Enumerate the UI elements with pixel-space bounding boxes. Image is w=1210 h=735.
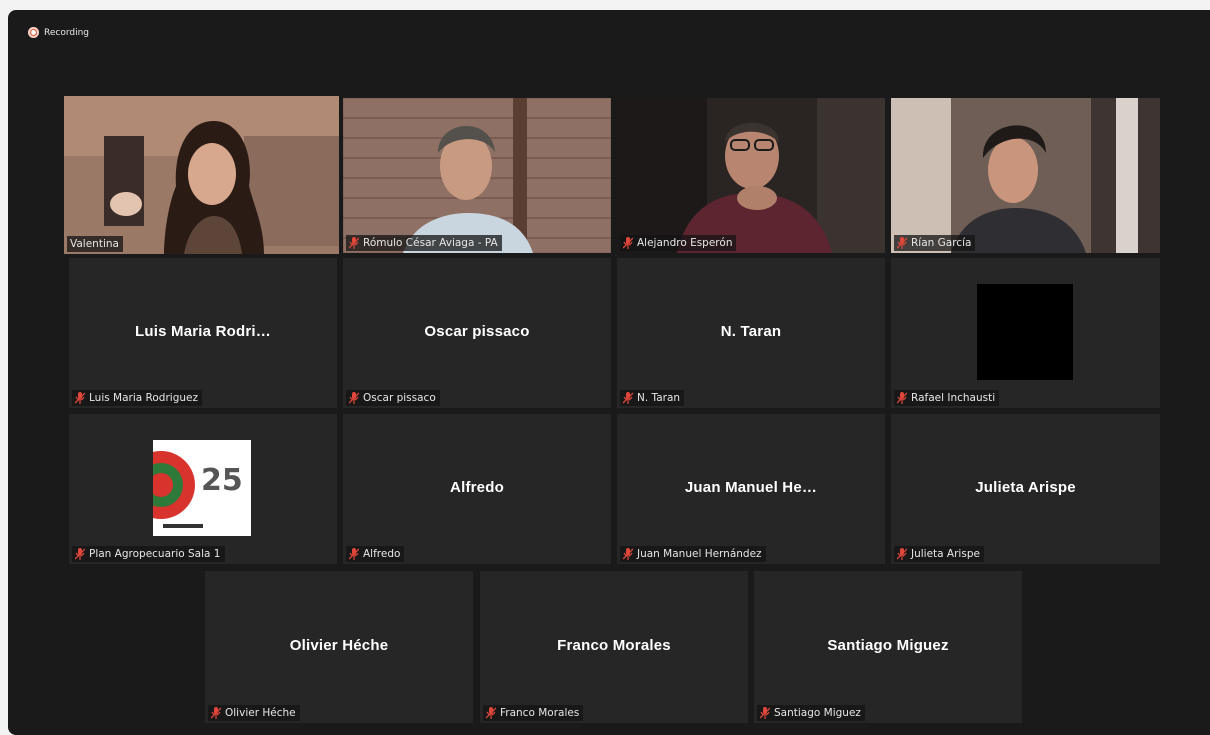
record-icon (28, 27, 39, 38)
participant-name-label: N. Taran (620, 390, 685, 406)
participant-tile-alfredo[interactable]: Alfredo Alfredo (343, 414, 611, 564)
participant-tile-valentina[interactable]: Valentina (64, 96, 339, 254)
muted-mic-icon (486, 707, 496, 719)
participant-display-name: Oscar pissaco (424, 322, 530, 340)
participant-name-label: Juan Manuel Hernández (620, 546, 766, 562)
participant-display-name: Juan Manuel He… (684, 478, 818, 496)
muted-mic-icon (75, 392, 85, 404)
muted-mic-icon (897, 548, 907, 560)
participant-tile-ntaran[interactable]: N. Taran N. Taran (617, 258, 885, 408)
participant-tile-franco[interactable]: Franco Morales Franco Morales (480, 571, 748, 723)
muted-mic-icon (349, 392, 359, 404)
participant-tile-olivier[interactable]: Olivier Héche Olivier Héche (205, 571, 473, 723)
muted-mic-icon (760, 707, 770, 719)
participant-tile-oscar[interactable]: Oscar pissaco Oscar pissaco (343, 258, 611, 408)
muted-mic-icon (75, 548, 85, 560)
video-feed-valentina (64, 96, 339, 254)
video-feed-rian (891, 98, 1160, 253)
participant-name-label: Plan Agropecuario Sala 1 (72, 546, 225, 562)
participant-name-label: Rían García (894, 235, 976, 251)
participant-display-name: Luis Maria Rodri… (135, 322, 271, 340)
recording-label: Recording (44, 27, 90, 38)
participant-display-name: Santiago Miguez (827, 636, 949, 654)
participant-display-name: Alfredo (450, 478, 504, 496)
muted-mic-icon (897, 392, 907, 404)
participant-display-name: Julieta Arispe (975, 478, 1076, 496)
participant-name-label: Alfredo (346, 546, 405, 562)
participant-display-name: Olivier Héche (289, 636, 389, 654)
svg-text:25: 25 (201, 463, 243, 498)
participant-tile-alejandro[interactable]: Alejandro Esperón (617, 98, 885, 253)
muted-mic-icon (623, 237, 633, 249)
participant-name-label: Rómulo César Aviaga - PA (346, 235, 502, 251)
participant-display-name: Franco Morales (557, 636, 671, 654)
participant-name-label: Luis Maria Rodriguez (72, 390, 202, 406)
muted-mic-icon (623, 548, 633, 560)
participant-tile-rafael[interactable]: Rafael Inchausti (891, 258, 1160, 408)
participant-display-name: N. Taran (720, 322, 782, 340)
meeting-window: Recording Valentina Rómulo César Aviaga … (8, 10, 1210, 735)
participant-tile-rian[interactable]: Rían García (891, 98, 1160, 253)
video-feed-romulo (343, 98, 611, 253)
participant-name-label: Julieta Arispe (894, 546, 984, 562)
participant-tile-plan-agropecuario[interactable]: 25 Plan Agropecuario Sala 1 (69, 414, 337, 564)
participant-name-label: Alejandro Esperón (620, 235, 737, 251)
muted-mic-icon (349, 237, 359, 249)
participant-name-label: Oscar pissaco (346, 390, 440, 406)
participant-tile-juan-manuel[interactable]: Juan Manuel He… Juan Manuel Hernández (617, 414, 885, 564)
video-feed-alejandro (617, 98, 885, 253)
participant-tile-luis[interactable]: Luis Maria Rodri… Luis Maria Rodriguez (69, 258, 337, 408)
participant-name-label: Valentina (67, 236, 123, 252)
plan-agropecuario-logo-icon: 25 (153, 451, 243, 528)
participant-avatar (977, 284, 1073, 380)
participant-tile-julieta[interactable]: Julieta Arispe Julieta Arispe (891, 414, 1160, 564)
muted-mic-icon (623, 392, 633, 404)
muted-mic-icon (897, 237, 907, 249)
participant-name-label: Franco Morales (483, 705, 584, 721)
participant-avatar-logo: 25 (153, 440, 251, 536)
recording-indicator[interactable]: Recording (28, 27, 89, 38)
participant-name-label: Santiago Miguez (757, 705, 865, 721)
participant-name-label: Rafael Inchausti (894, 390, 1000, 406)
participant-name-label: Olivier Héche (208, 705, 300, 721)
participant-tile-santiago[interactable]: Santiago Miguez Santiago Miguez (754, 571, 1022, 723)
muted-mic-icon (349, 548, 359, 560)
muted-mic-icon (211, 707, 221, 719)
participant-tile-romulo[interactable]: Rómulo César Aviaga - PA (343, 98, 611, 253)
